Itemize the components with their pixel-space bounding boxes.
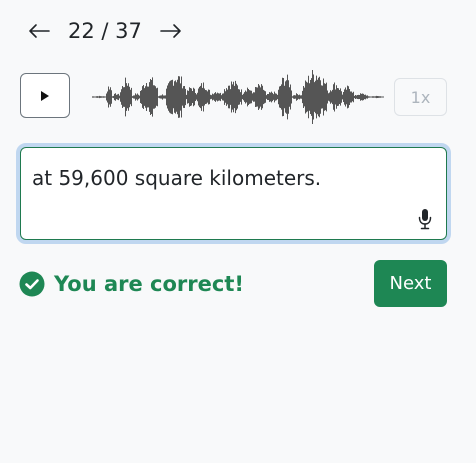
answer-input[interactable]: at 59,600 square kilometers. — [20, 147, 447, 240]
result-message: You are correct! — [54, 272, 244, 296]
previous-button[interactable] — [26, 16, 52, 46]
next-page-button[interactable] — [158, 16, 184, 46]
check-circle-icon — [19, 271, 45, 297]
audio-waveform[interactable] — [92, 66, 384, 128]
arrow-left-icon — [29, 24, 50, 38]
result-feedback: You are correct! — [19, 271, 244, 297]
microphone-icon[interactable] — [417, 208, 433, 230]
play-button[interactable] — [20, 73, 70, 118]
next-button[interactable]: Next — [374, 260, 447, 307]
pager: 22 / 37 — [26, 16, 184, 46]
answer-field[interactable]: at 59,600 square kilometers. — [16, 143, 451, 244]
arrow-right-icon — [160, 24, 181, 38]
play-icon — [41, 90, 49, 101]
answer-text: at 59,600 square kilometers. — [32, 166, 322, 190]
page-indicator: 22 / 37 — [68, 19, 142, 43]
playback-speed-button[interactable]: 1x — [394, 78, 447, 116]
